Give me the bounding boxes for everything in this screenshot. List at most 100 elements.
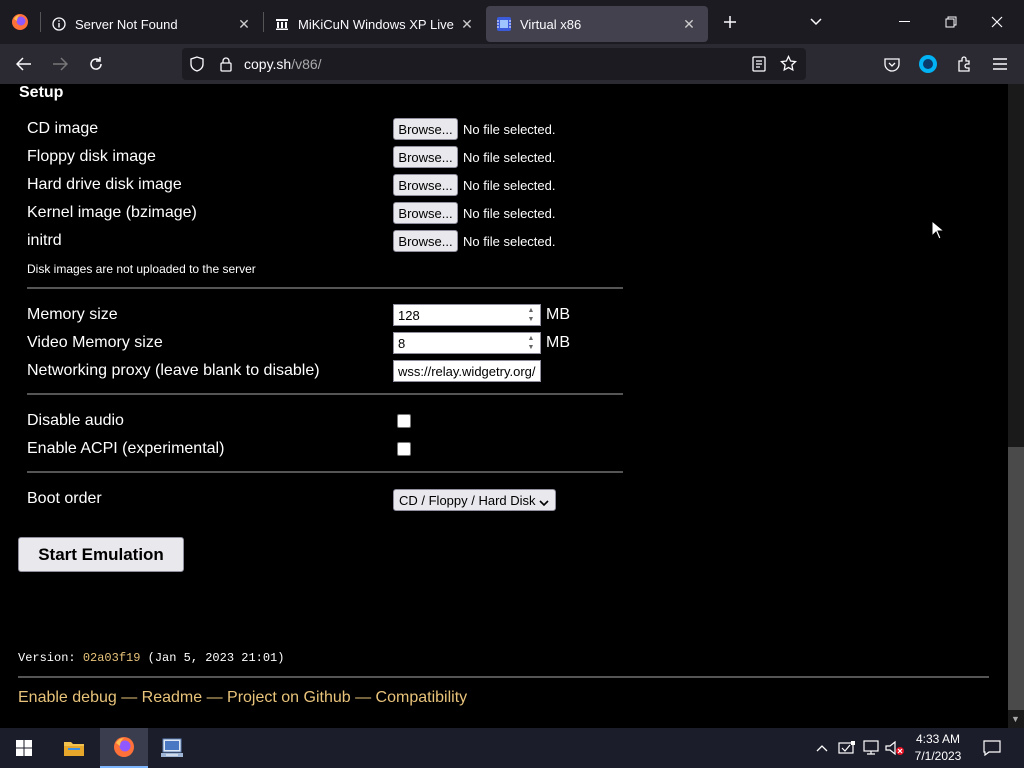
enable-acpi-label: Enable ACPI (experimental) (27, 440, 225, 457)
minimize-window-icon[interactable] (882, 6, 928, 38)
tab-server-not-found[interactable]: Server Not Found ✕ (41, 6, 263, 42)
enable-debug-link[interactable]: Enable debug (18, 689, 117, 706)
mouse-cursor-icon (931, 219, 946, 245)
firefox-taskbar-icon[interactable] (100, 728, 148, 768)
hard-drive-image-label: Hard drive disk image (27, 176, 182, 193)
memory-size-input[interactable]: 128 ▲ ▼ (393, 304, 541, 326)
pocket-icon[interactable] (874, 48, 910, 80)
show-hidden-icons-chevron-icon[interactable] (812, 728, 832, 768)
list-all-tabs-icon[interactable] (798, 6, 834, 38)
hard-drive-image-status: No file selected. (463, 178, 556, 193)
video-memory-unit: MB (546, 334, 570, 351)
floppy-image-browse-button[interactable]: Browse... (393, 146, 458, 168)
memory-size-value: 128 (398, 307, 420, 323)
footer-links: Enable debug — Readme — Project on Githu… (18, 689, 467, 707)
memory-size-label: Memory size (27, 306, 118, 323)
url-bar[interactable]: copy.sh/v86/ (182, 48, 806, 80)
setup-heading: Setup (19, 84, 64, 101)
tab-windows-xp-live-cd[interactable]: MiKiCuN Windows XP Live CD ✕ (264, 6, 486, 42)
version-info: Version: 02a03f19 (Jan 5, 2023 21:01) (18, 651, 284, 665)
networking-proxy-label: Networking proxy (leave blank to disable… (27, 362, 320, 379)
enable-acpi-checkbox[interactable] (397, 442, 411, 456)
link-separator: — (350, 689, 376, 706)
networking-proxy-input[interactable]: wss://relay.widgetry.org/ (393, 360, 541, 382)
tab-title: MiKiCuN Windows XP Live CD (298, 16, 458, 32)
v86-icon (496, 16, 512, 32)
boot-order-select[interactable]: CD / Floppy / Hard Disk (393, 489, 556, 511)
new-tab-button[interactable] (712, 6, 748, 38)
close-tab-icon[interactable]: ✕ (235, 15, 253, 33)
floppy-image-label: Floppy disk image (27, 148, 156, 165)
start-emulation-button[interactable]: Start Emulation (18, 537, 184, 572)
page-content: Setup CD image Browse... No file selecte… (0, 84, 1008, 728)
divider (27, 287, 623, 289)
boot-order-value: CD / Floppy / Hard Disk (399, 492, 536, 508)
back-arrow-icon[interactable] (6, 48, 42, 80)
hamburger-menu-icon[interactable] (982, 48, 1018, 80)
link-separator: — (202, 689, 228, 706)
taskbar-clock[interactable]: 4:33 AM 7/1/2023 (908, 731, 968, 765)
compatibility-link[interactable]: Compatibility (376, 689, 468, 706)
url-domain: copy.sh (244, 56, 292, 72)
initrd-status: No file selected. (463, 234, 556, 249)
system-tray-device-icon[interactable] (836, 728, 858, 768)
cd-image-label: CD image (27, 120, 99, 137)
link-separator: — (116, 689, 142, 706)
reader-view-icon[interactable] (752, 56, 766, 75)
close-tab-icon[interactable]: ✕ (458, 15, 476, 33)
bookmark-star-icon[interactable] (780, 54, 797, 75)
tab-title: Server Not Found (75, 16, 178, 32)
windows-taskbar: 4:33 AM 7/1/2023 (0, 728, 1024, 768)
boot-order-label: Boot order (27, 490, 102, 507)
network-app-icon[interactable] (148, 728, 196, 768)
divider (27, 471, 623, 473)
archive-icon (274, 16, 290, 32)
tab-bar: Server Not Found ✕ MiKiCuN Windows XP Li… (0, 0, 1024, 44)
network-status-icon[interactable] (860, 728, 882, 768)
initrd-label: initrd (27, 232, 62, 249)
cd-image-browse-button[interactable]: Browse... (393, 118, 458, 140)
readme-link[interactable]: Readme (142, 689, 202, 706)
video-memory-label: Video Memory size (27, 334, 163, 351)
reload-icon[interactable] (78, 48, 114, 80)
footer-divider (18, 676, 989, 678)
kernel-image-browse-button[interactable]: Browse... (393, 202, 458, 224)
close-window-icon[interactable] (974, 6, 1020, 38)
disable-audio-label: Disable audio (27, 412, 124, 429)
tracking-protection-shield-icon[interactable] (182, 56, 212, 72)
restore-window-icon[interactable] (928, 6, 974, 38)
github-link[interactable]: Project on Github (227, 689, 351, 706)
lock-icon[interactable] (212, 56, 240, 72)
windows-start-icon[interactable] (0, 728, 48, 768)
scroll-down-arrow-icon[interactable]: ▼ (1011, 714, 1020, 724)
disable-audio-checkbox[interactable] (397, 414, 411, 428)
hard-drive-image-browse-button[interactable]: Browse... (393, 174, 458, 196)
scrollbar-thumb[interactable] (1008, 447, 1024, 710)
chevron-down-icon (539, 495, 549, 510)
version-hash-link[interactable]: 02a03f19 (83, 651, 141, 665)
volume-muted-icon[interactable] (884, 728, 906, 768)
account-avatar-icon[interactable] (910, 48, 946, 80)
close-tab-icon[interactable]: ✕ (680, 15, 698, 33)
extensions-puzzle-icon[interactable] (946, 48, 982, 80)
version-prefix: Version: (18, 651, 83, 665)
spin-arrows-icon[interactable]: ▲ ▼ (525, 334, 537, 352)
tab-title: Virtual x86 (520, 16, 582, 32)
video-memory-input[interactable]: 8 ▲ ▼ (393, 332, 541, 354)
cd-image-status: No file selected. (463, 122, 556, 137)
version-date: (Jan 5, 2023 21:01) (140, 651, 285, 665)
initrd-browse-button[interactable]: Browse... (393, 230, 458, 252)
spin-arrows-icon[interactable]: ▲ ▼ (525, 306, 537, 324)
file-explorer-icon[interactable] (50, 728, 98, 768)
forward-arrow-icon[interactable] (42, 48, 78, 80)
tab-virtual-x86[interactable]: Virtual x86 ✕ (486, 6, 708, 42)
info-icon (51, 16, 67, 32)
memory-unit: MB (546, 306, 570, 323)
kernel-image-status: No file selected. (463, 206, 556, 221)
disk-upload-note: Disk images are not uploaded to the serv… (27, 262, 256, 276)
notifications-icon[interactable] (978, 728, 1006, 768)
video-memory-value: 8 (398, 335, 406, 351)
floppy-image-status: No file selected. (463, 150, 556, 165)
firefox-menu-icon[interactable] (0, 0, 40, 44)
url-path: /v86/ (291, 56, 322, 72)
